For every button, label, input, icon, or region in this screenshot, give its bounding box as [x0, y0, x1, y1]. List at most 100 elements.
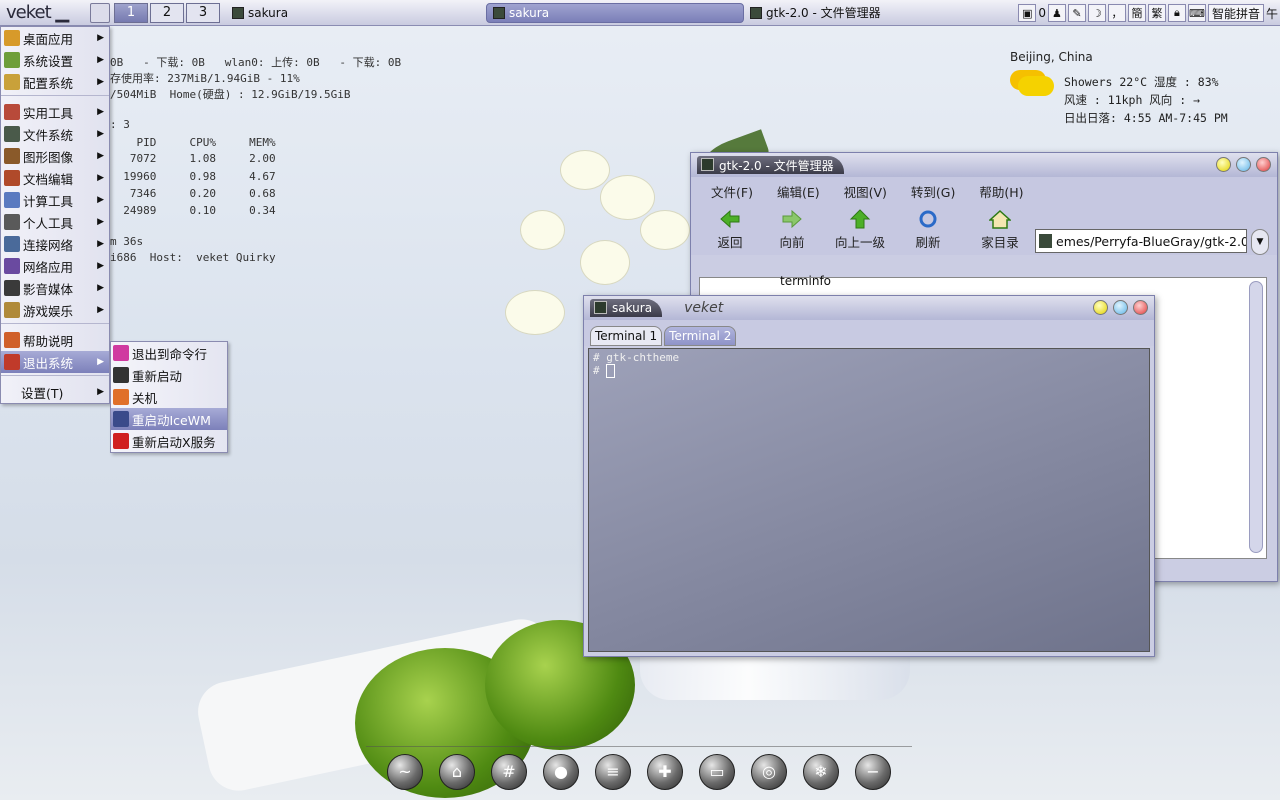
show-desktop-icon[interactable] [90, 2, 110, 23]
scrollbar[interactable] [1249, 281, 1263, 553]
up-button[interactable]: 向上一级 [823, 205, 897, 251]
menu-edit[interactable]: 编辑(E) [765, 182, 832, 201]
menu-item[interactable]: 桌面应用 ▶ [1, 27, 109, 49]
ime-traditional-toggle[interactable]: 繁 [1147, 4, 1166, 22]
terminal-titlebar[interactable]: sakura veket [584, 296, 1154, 320]
tab-terminal-2[interactable]: Terminal 2 [664, 326, 737, 346]
task-file-manager[interactable]: gtk-2.0 - 文件管理器 [744, 3, 1004, 23]
submenu-item[interactable]: 重新启动 [111, 364, 227, 386]
dock-launcher-icon[interactable]: ◎ [751, 753, 787, 790]
terminal-window: sakura veket Terminal 1 Terminal 2 # gtk… [583, 295, 1155, 657]
submenu-item[interactable]: 重新启动X服务 [111, 430, 227, 452]
ime-icon[interactable]: ✎ [1067, 4, 1086, 22]
task-sakura-1[interactable]: sakura [226, 3, 486, 23]
menu-separator [1, 323, 109, 327]
workspace-1[interactable]: 1 [114, 2, 148, 23]
location-dropdown-button[interactable]: ▼ [1251, 229, 1269, 255]
terminal-output[interactable]: # gtk-chtheme # [588, 348, 1150, 652]
dock-launcher-icon[interactable]: # [491, 753, 527, 790]
menu-item-icon [4, 332, 20, 348]
submenu-item[interactable]: 关机 [111, 386, 227, 408]
network-icon[interactable]: ▣ [1018, 4, 1037, 22]
wallpaper-flower [520, 210, 565, 250]
workspace-3[interactable]: 3 [186, 2, 220, 23]
menu-separator [1, 375, 109, 379]
submenu-item[interactable]: 重启动IceWM [111, 408, 227, 430]
dock-launcher-icon[interactable]: ~ [387, 753, 423, 790]
maximize-button[interactable] [1236, 157, 1251, 172]
menu-item[interactable]: 文件系统 ▶ [1, 123, 109, 145]
menu-item[interactable]: 计算工具 ▶ [1, 189, 109, 211]
ime-name[interactable]: 智能拼音 [1207, 4, 1264, 22]
menu-item-label: 文件系统 [23, 127, 74, 143]
dock-launcher-icon[interactable]: ≡ [595, 753, 631, 790]
workspace-2[interactable]: 2 [150, 2, 184, 23]
menu-item-settings[interactable]: 设置(T) ▶ [1, 381, 109, 403]
menu-item[interactable]: 实用工具 ▶ [1, 101, 109, 123]
menu-item[interactable]: 个人工具 ▶ [1, 211, 109, 233]
menu-item-icon [4, 104, 20, 120]
menu-help[interactable]: 帮助(H) [967, 182, 1035, 201]
dock-launcher-icon[interactable]: ❄ [803, 753, 839, 790]
chevron-right-icon: ▶ [97, 129, 104, 139]
terminal-icon [493, 6, 505, 19]
logo-text: veket [6, 2, 52, 23]
forward-button[interactable]: 向前 [761, 205, 823, 251]
menu-item[interactable]: 文档编辑 ▶ [1, 167, 109, 189]
menu-item[interactable]: 配置系统 ▶ [1, 71, 109, 93]
tray-text: 0 [1038, 6, 1046, 20]
menu-item-label: 文档编辑 [23, 171, 74, 187]
close-button[interactable] [1133, 300, 1148, 315]
task-label: sakura [248, 5, 289, 20]
menu-item[interactable]: 系统设置 ▶ [1, 49, 109, 71]
punctuation-icon[interactable]: ， [1107, 4, 1126, 22]
close-button[interactable] [1256, 157, 1271, 172]
ime-simplified-toggle[interactable]: 簡 [1127, 4, 1146, 22]
menu-item[interactable]: 帮助说明 [1, 329, 109, 351]
dock-launcher-icon[interactable]: ● [543, 753, 579, 790]
tree-item[interactable]: terminfo [780, 274, 831, 288]
submenu-item-label: 退出到命令行 [132, 346, 208, 362]
menu-go[interactable]: 转到(G) [899, 182, 967, 201]
up-label: 向上一级 [834, 235, 885, 250]
window-buttons [1216, 157, 1271, 172]
conky-procs: : 3 [110, 118, 130, 131]
dock-launcher-icon[interactable]: ▭ [699, 753, 735, 790]
dock-launcher-icon[interactable]: ⌂ [439, 753, 475, 790]
menu-item[interactable]: 退出系统 ▶ [1, 351, 109, 373]
menu-item[interactable]: 网络应用 ▶ [1, 255, 109, 277]
menu-item[interactable]: 影音媒体 ▶ [1, 277, 109, 299]
back-button[interactable]: 返回 [699, 205, 761, 251]
menu-item-icon [4, 302, 20, 318]
dock-launcher-icon[interactable]: − [855, 753, 891, 790]
menu-item-label: 计算工具 [23, 193, 74, 209]
minimize-button[interactable] [1093, 300, 1108, 315]
location-field[interactable]: emes/Perryfa-BlueGray/gtk-2.0 [1035, 229, 1247, 253]
minimize-button[interactable] [1216, 157, 1231, 172]
file-manager-titlebar[interactable]: gtk-2.0 - 文件管理器 [691, 153, 1277, 177]
submenu-item[interactable]: 退出到命令行 [111, 342, 227, 364]
moon-icon[interactable]: ☽ [1087, 4, 1106, 22]
tux-icon[interactable]: ♟ [1047, 4, 1066, 22]
menu-item[interactable]: 连接网络 ▶ [1, 233, 109, 255]
tab-terminal-1[interactable]: Terminal 1 [590, 326, 663, 346]
menu-item[interactable]: 图形图像 ▶ [1, 145, 109, 167]
home-button[interactable]: 家目录 [969, 205, 1031, 251]
dock-launcher-icon[interactable]: ✚ [647, 753, 683, 790]
chevron-right-icon: ▶ [97, 305, 104, 315]
lock-icon[interactable]: 🔒︎ [1167, 4, 1186, 22]
workspace-label: 1 [126, 5, 136, 20]
menu-file[interactable]: 文件(F) [699, 182, 765, 201]
menu-item-label: 影音媒体 [23, 281, 74, 297]
file-manager-icon [701, 158, 714, 171]
menu-item[interactable]: 游戏娱乐 ▶ [1, 299, 109, 321]
chevron-right-icon: ▶ [97, 77, 104, 87]
menu-view[interactable]: 视图(V) [832, 182, 899, 201]
keyboard-icon[interactable]: ⌨ [1187, 4, 1206, 22]
refresh-button[interactable]: 刷新 [897, 205, 959, 251]
ime-name-label: 智能拼音 [1211, 6, 1260, 21]
terminal-tabs: Terminal 1 Terminal 2 [584, 320, 1154, 346]
maximize-button[interactable] [1113, 300, 1128, 315]
start-button[interactable]: veket ▁ [0, 2, 88, 23]
task-sakura-2[interactable]: sakura [486, 2, 744, 23]
